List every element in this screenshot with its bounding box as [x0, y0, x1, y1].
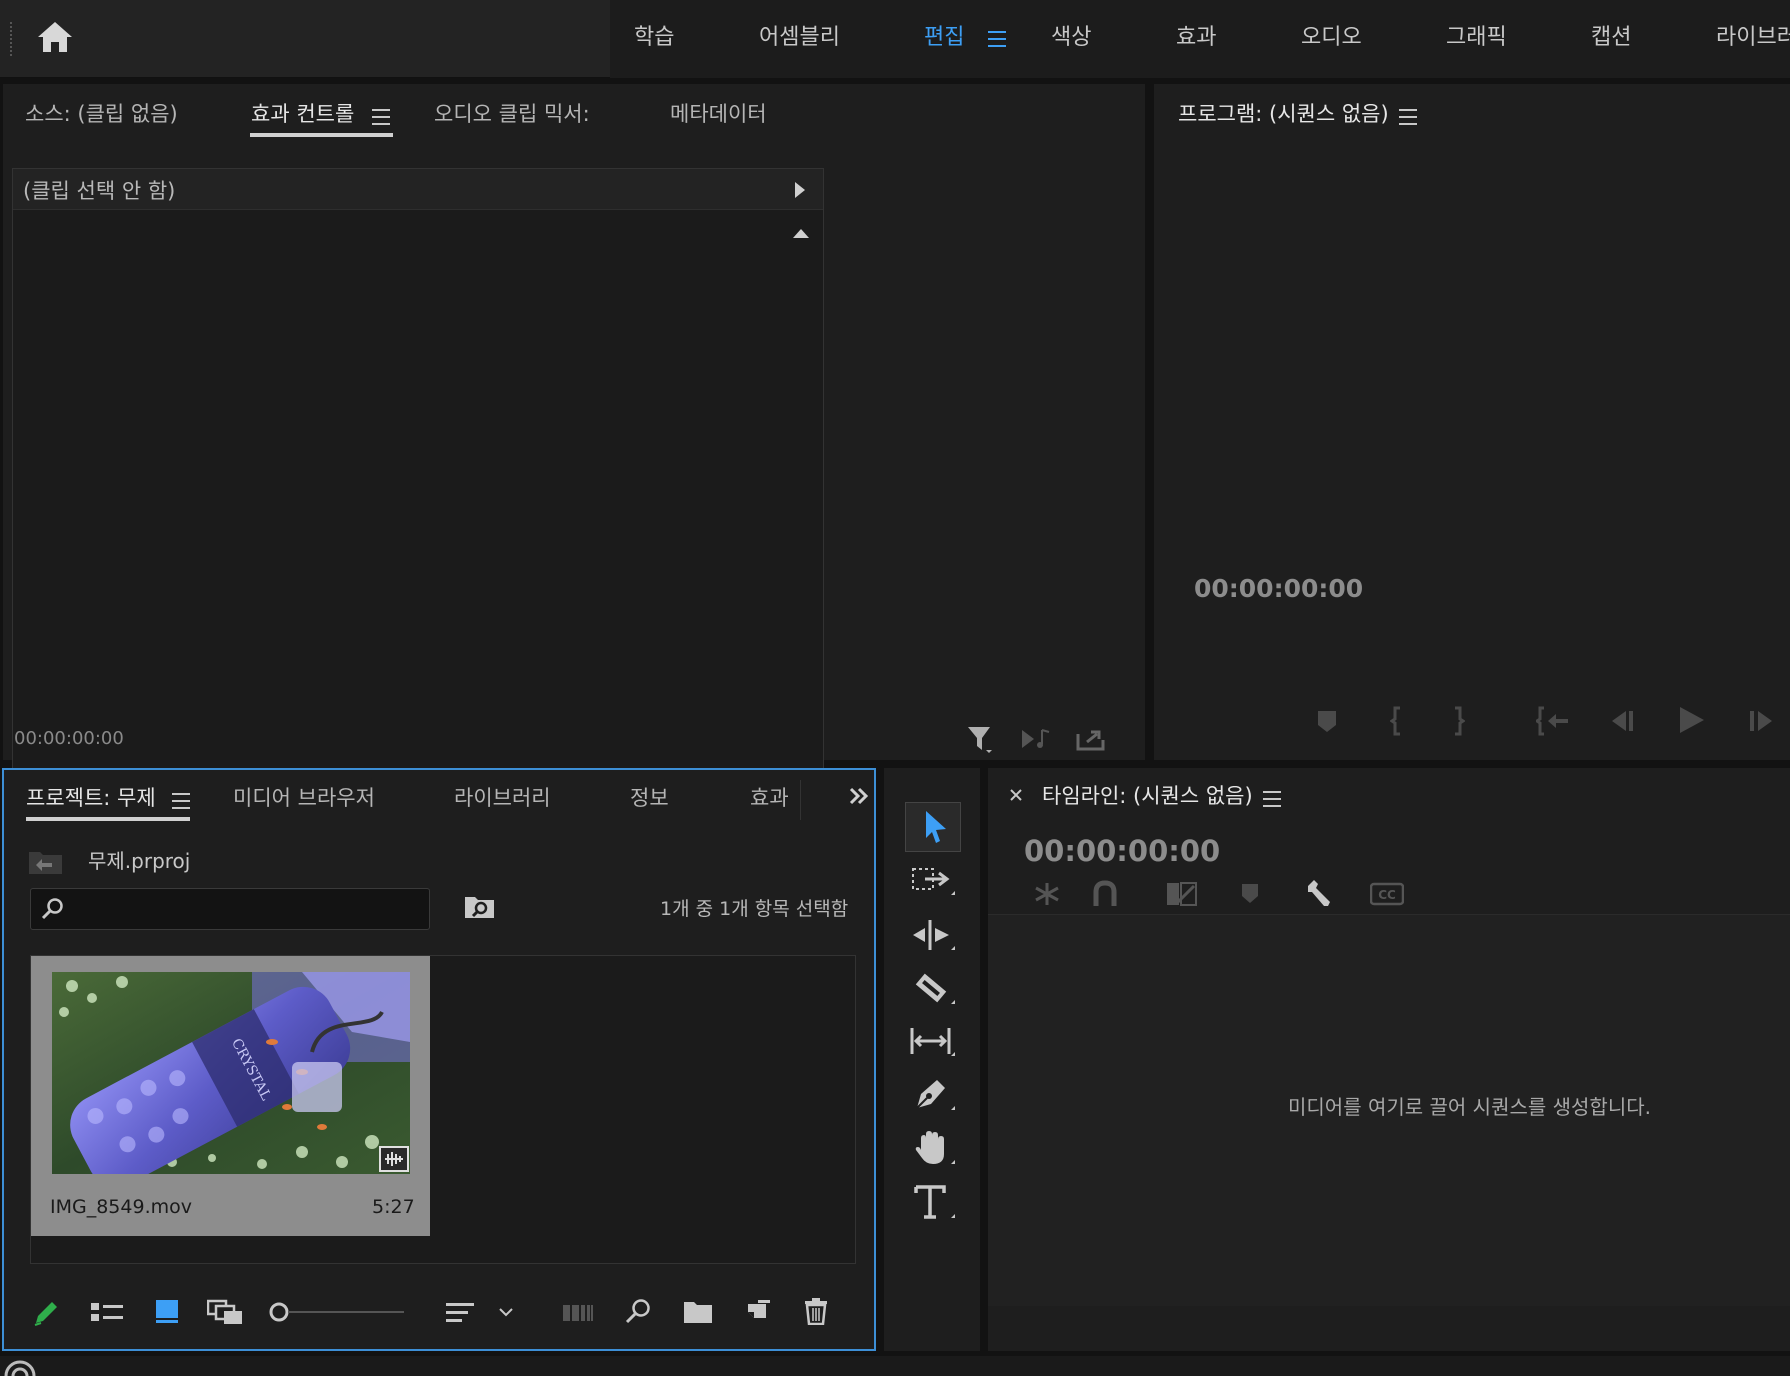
delete-icon[interactable] — [804, 1297, 828, 1325]
automate-to-sequence-icon[interactable] — [562, 1302, 594, 1324]
workspace-tab-learn[interactable]: 학습 — [634, 0, 674, 75]
workspace-tab-assembly[interactable]: 어셈블리 — [759, 0, 840, 75]
workspace-tab-captions[interactable]: 캡션 — [1591, 0, 1631, 75]
new-item-icon[interactable] — [744, 1298, 772, 1324]
timeline-panel: 타임라인: (시퀀스 없음) 00:00:00:00 CC 미디어를 여기로 끌… — [988, 768, 1790, 1351]
active-tab-underline — [250, 133, 393, 137]
expand-right-icon[interactable] — [793, 181, 807, 199]
workspace-tab-graphics[interactable]: 그래픽 — [1446, 0, 1507, 75]
workspace-tab-audio[interactable]: 오디오 — [1301, 0, 1362, 75]
clip-thumbnail-image[interactable]: CRYSTAL — [52, 972, 410, 1174]
svg-text:CC: CC — [1378, 888, 1396, 902]
clip-header-label: (클립 선택 안 함) — [23, 179, 176, 203]
timeline-empty-hint: 미디어를 여기로 끌어 시퀀스를 생성합니다. — [1288, 1095, 1651, 1119]
collapse-up-icon[interactable] — [792, 227, 810, 239]
tab-project[interactable]: 프로젝트: 무제 — [26, 783, 156, 813]
project-file-name: 무제.prproj — [88, 849, 191, 873]
step-back-icon[interactable] — [1606, 706, 1636, 736]
effect-controls-panel: 소스: (클립 없음) 효과 컨트롤 오디오 클립 믹서: 메타데이터 (클립 … — [3, 84, 1145, 804]
workspace-tab-color[interactable]: 색상 — [1051, 0, 1091, 75]
close-timeline-icon[interactable] — [1009, 788, 1023, 802]
go-to-in-icon[interactable] — [1536, 706, 1570, 736]
tab-info[interactable]: 정보 — [630, 783, 669, 813]
timeline-settings-wrench-icon[interactable] — [1304, 878, 1336, 910]
workspace-tab-edit[interactable]: 편집 — [924, 0, 964, 75]
clip-list-box — [12, 168, 824, 804]
find-in-bin-icon[interactable] — [464, 894, 496, 920]
type-icon[interactable] — [911, 1182, 957, 1222]
linked-selection-icon[interactable] — [1166, 880, 1198, 908]
workspace-tab-effects[interactable]: 효과 — [1176, 0, 1216, 75]
play-audio-icon[interactable] — [1020, 726, 1052, 752]
sort-dropdown-chevron-icon[interactable] — [498, 1306, 514, 1318]
program-monitor-title[interactable]: 프로그램: (시퀀스 없음) — [1178, 99, 1389, 129]
icon-view-icon[interactable] — [155, 1298, 179, 1324]
filter-icon[interactable] — [966, 724, 994, 754]
project-menu-icon[interactable] — [172, 793, 190, 809]
tab-audio-clip-mixer[interactable]: 오디오 클립 믹서: — [434, 99, 590, 129]
search-field[interactable] — [70, 894, 420, 924]
selection-status: 1개 중 1개 항목 선택함 — [660, 898, 849, 920]
list-view-icon[interactable] — [90, 1300, 124, 1324]
timeline-menu-icon[interactable] — [1263, 791, 1281, 807]
captions-cc-icon[interactable]: CC — [1370, 882, 1404, 906]
new-bin-icon[interactable] — [683, 1300, 713, 1324]
pen-icon[interactable] — [911, 1074, 957, 1114]
tab-effect-controls[interactable]: 효과 컨트롤 — [251, 99, 354, 129]
effect-controls-timecode[interactable]: 00:00:00:00 — [14, 728, 124, 749]
hand-icon[interactable] — [911, 1128, 957, 1168]
ripple-edit-icon[interactable] — [911, 916, 957, 954]
workspace-menu-icon[interactable] — [988, 31, 1006, 47]
home-icon[interactable] — [36, 20, 74, 54]
find-icon[interactable] — [624, 1297, 652, 1325]
audio-video-badge-icon — [379, 1146, 409, 1172]
tab-divider — [800, 780, 801, 820]
zoom-slider[interactable] — [268, 1298, 408, 1326]
play-icon[interactable] — [1677, 704, 1707, 736]
tab-effects[interactable]: 효과 — [750, 783, 789, 813]
creative-cloud-icon[interactable] — [2, 1358, 38, 1376]
more-tabs-icon[interactable] — [848, 786, 870, 806]
timeline-timecode[interactable]: 00:00:00:00 — [1024, 834, 1220, 868]
mark-in-icon[interactable] — [1390, 706, 1404, 736]
snap-icon[interactable] — [1091, 880, 1119, 908]
tools-panel — [884, 768, 980, 1351]
workspace-tab-libraries[interactable]: 라이브러리 — [1716, 0, 1790, 75]
program-timecode[interactable]: 00:00:00:00 — [1194, 574, 1363, 603]
slip-icon[interactable] — [909, 1022, 957, 1060]
project-panel: 프로젝트: 무제 미디어 브라우저 라이브러리 정보 효과 무제.prproj … — [2, 768, 876, 1351]
program-monitor-panel: 프로그램: (시퀀스 없음) 00:00:00:00 — [1154, 84, 1790, 760]
tab-metadata[interactable]: 메타데이터 — [670, 99, 767, 129]
track-select-forward-icon[interactable] — [911, 865, 957, 901]
timeline-title[interactable]: 타임라인: (시퀀스 없음) — [1042, 781, 1253, 811]
project-folder-icon — [28, 848, 64, 876]
clip-name: IMG_8549.mov — [50, 1196, 192, 1218]
freeform-view-icon[interactable] — [207, 1298, 245, 1326]
tab-source[interactable]: 소스: (클립 없음) — [25, 99, 178, 129]
workspace-bar: 학습 어셈블리 편집 색상 효과 오디오 그래픽 캡션 라이브러리 — [0, 0, 1790, 78]
export-clip-icon[interactable] — [1075, 726, 1107, 752]
nest-sequence-icon[interactable] — [1031, 880, 1063, 908]
step-forward-icon[interactable] — [1748, 706, 1778, 736]
tab-media-browser[interactable]: 미디어 브라우저 — [233, 783, 375, 813]
add-marker-timeline-icon[interactable] — [1240, 882, 1260, 906]
razor-icon[interactable] — [911, 970, 957, 1008]
add-marker-icon[interactable] — [1316, 709, 1338, 735]
panel-grip[interactable] — [10, 22, 14, 56]
effect-controls-menu-icon[interactable] — [372, 109, 390, 125]
project-tab-underline — [26, 817, 190, 821]
clip-duration: 5:27 — [372, 1196, 415, 1218]
search-icon — [41, 897, 65, 921]
write-protect-pencil-icon[interactable] — [32, 1297, 62, 1327]
status-bar — [0, 1356, 1790, 1376]
program-menu-icon[interactable] — [1399, 109, 1417, 125]
tab-libraries[interactable]: 라이브러리 — [454, 783, 551, 813]
sort-icons-icon[interactable] — [445, 1300, 475, 1326]
selection-tool-icon[interactable] — [905, 802, 961, 852]
mark-out-icon[interactable] — [1451, 706, 1465, 736]
